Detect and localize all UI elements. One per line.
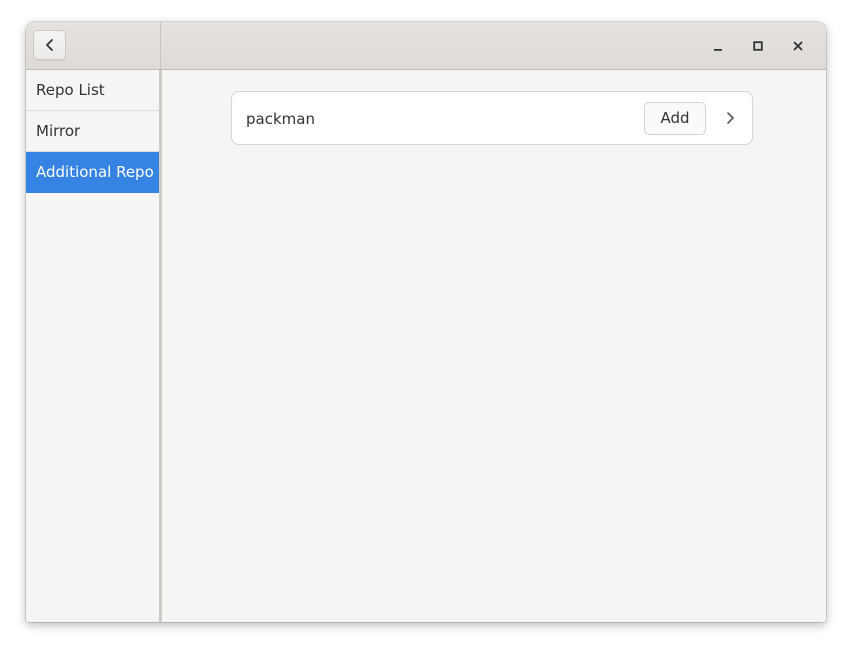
add-repo-button[interactable]: Add — [644, 102, 706, 135]
chevron-right-icon[interactable] — [722, 110, 738, 126]
close-button[interactable] — [786, 34, 810, 58]
sidebar-item-repo-list[interactable]: Repo List — [26, 70, 159, 111]
minimize-button[interactable] — [706, 34, 730, 58]
maximize-button[interactable] — [746, 34, 770, 58]
close-icon — [793, 41, 803, 50]
maximize-icon — [753, 40, 763, 51]
repo-row-packman: packman Add — [231, 91, 753, 145]
sidebar-header — [26, 22, 161, 69]
window-controls — [706, 22, 826, 69]
repo-name: packman — [246, 110, 315, 128]
main-content: packman Add — [162, 70, 826, 622]
sidebar-item-additional-repo[interactable]: Additional Repo — [26, 152, 159, 193]
minimize-icon — [714, 48, 722, 51]
chevron-left-icon — [45, 39, 53, 51]
back-button[interactable] — [33, 30, 66, 60]
app-window: Repo List Mirror Additional Repo packman… — [26, 22, 826, 622]
sidebar-item-mirror[interactable]: Mirror — [26, 111, 159, 152]
header-bar — [26, 22, 826, 70]
sidebar: Repo List Mirror Additional Repo — [26, 70, 162, 622]
